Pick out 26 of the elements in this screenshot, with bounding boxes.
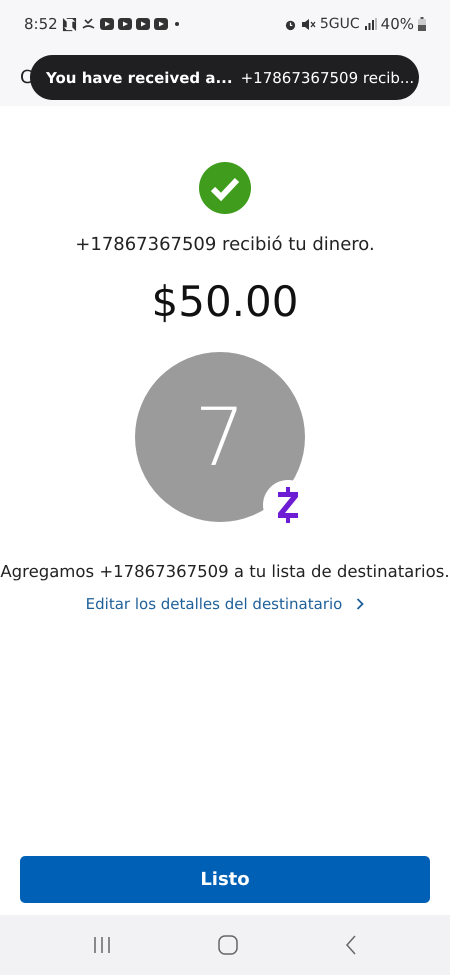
recent-apps-icon[interactable] [92, 936, 112, 954]
edit-recipient-link[interactable]: Editar los detalles del destinatario [86, 595, 364, 613]
chevron-right-icon [356, 598, 364, 610]
home-icon[interactable] [216, 934, 239, 956]
video-app-icon [118, 18, 132, 30]
battery-percent: 40% [380, 15, 414, 33]
recipient-avatar: 7 [135, 352, 305, 522]
recipient-added-message: Agregamos +17867367509 a tu lista de destinatarios. [0, 562, 450, 581]
notification-body: +17867367509 recib... [240, 68, 414, 86]
network-label: 5GUC [320, 16, 360, 32]
confirmation-message: +17867367509 recibió tu dinero. [75, 234, 375, 255]
battery-icon [418, 17, 426, 31]
bank-app-icon [62, 16, 77, 32]
done-button[interactable]: Listo [20, 856, 430, 903]
notification-toast[interactable]: You have received a... +17867367509 recib... [30, 55, 419, 100]
mute-icon [300, 18, 316, 30]
zelle-icon [277, 487, 299, 523]
video-app-icon [154, 18, 168, 30]
video-app-icon [100, 18, 114, 30]
success-check-icon [199, 162, 251, 214]
signal-icon [364, 18, 377, 30]
amount-text: $50.00 [152, 277, 298, 326]
video-app-icon [136, 18, 150, 30]
status-time: 8:52 [24, 15, 58, 33]
notification-title: You have received a... [46, 68, 233, 86]
back-icon[interactable] [344, 934, 358, 956]
